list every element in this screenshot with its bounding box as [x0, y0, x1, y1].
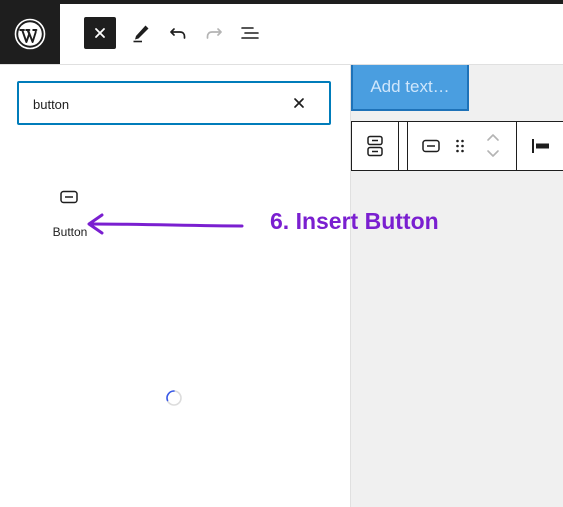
- button-block-icon[interactable]: [420, 136, 442, 156]
- align-left-icon[interactable]: [528, 136, 550, 156]
- undo-icon: [170, 28, 186, 39]
- undo-button[interactable]: [162, 17, 194, 49]
- close-inserter-button[interactable]: [84, 17, 116, 49]
- toolbar-separator: [407, 122, 408, 170]
- toolbar-separator: [398, 122, 399, 170]
- editor-page: Button Add text…: [0, 0, 563, 507]
- block-result-button[interactable]: Button: [34, 181, 106, 247]
- block-search-input[interactable]: [33, 93, 273, 115]
- block-toolbar: [351, 121, 563, 171]
- button-block-icon: [58, 187, 80, 207]
- redo-button[interactable]: [198, 17, 230, 49]
- move-up-icon[interactable]: [483, 130, 503, 144]
- spinner-icon: [165, 389, 183, 407]
- move-down-icon[interactable]: [483, 147, 503, 161]
- block-inserter-panel: Button: [0, 65, 351, 507]
- editor-canvas: Add text…: [351, 65, 563, 507]
- add-text-button[interactable]: Add text…: [351, 65, 469, 111]
- clear-search-button[interactable]: [287, 91, 311, 115]
- redo-icon: [206, 28, 222, 39]
- toolbar-separator: [516, 122, 517, 170]
- block-result-label: Button: [52, 225, 88, 239]
- drag-handle-icon[interactable]: [452, 136, 468, 156]
- list-view-button[interactable]: [234, 17, 266, 49]
- close-icon: [95, 28, 105, 38]
- tools-button[interactable]: [125, 17, 157, 49]
- buttons-block-icon[interactable]: [364, 134, 386, 158]
- close-icon: [294, 98, 304, 108]
- wordpress-logo-icon[interactable]: [0, 4, 60, 64]
- editor-header: [0, 4, 563, 65]
- list-view-icon: [241, 27, 259, 39]
- annotation-text: 6. Insert Button: [270, 208, 439, 234]
- pencil-icon: [133, 25, 149, 43]
- block-search-box: [17, 81, 331, 125]
